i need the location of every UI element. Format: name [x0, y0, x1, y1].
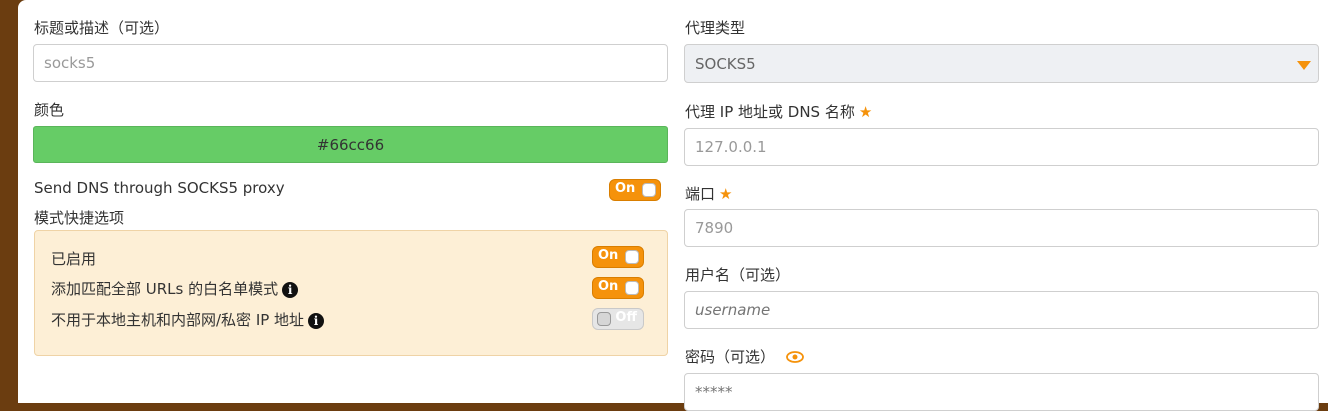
quick-options-label: 模式快捷选项	[34, 209, 125, 227]
local-bypass-label: 不用于本地主机和内部网/私密 IP 地址 i	[51, 311, 325, 329]
username-input[interactable]	[684, 291, 1319, 329]
toggle-knob	[625, 250, 639, 264]
star-icon: ★	[858, 103, 873, 121]
toggle-knob	[597, 312, 611, 326]
toggle-knob	[642, 183, 656, 197]
proxy-type-select[interactable]: SOCKS5	[684, 44, 1319, 83]
toggle-state: On	[598, 248, 619, 263]
send-dns-label: Send DNS through SOCKS5 proxy	[34, 179, 285, 197]
enabled-toggle[interactable]: On	[592, 246, 644, 268]
title-input[interactable]	[33, 44, 668, 82]
title-label: 标题或描述（可选）	[34, 19, 170, 37]
color-label: 颜色	[34, 101, 65, 119]
chevron-down-icon	[1297, 61, 1311, 70]
local-bypass-toggle[interactable]: Off	[592, 308, 644, 330]
proxy-address-label: 代理 IP 地址或 DNS 名称 ★	[685, 103, 872, 121]
username-label: 用户名（可选）	[685, 266, 791, 284]
proxy-address-label-text: 代理 IP 地址或 DNS 名称	[685, 103, 855, 121]
local-bypass-label-text: 不用于本地主机和内部网/私密 IP 地址	[51, 311, 305, 329]
send-dns-toggle[interactable]: On	[609, 179, 661, 201]
port-label: 端口 ★	[685, 185, 732, 203]
proxy-type-value: SOCKS5	[695, 54, 756, 73]
whitelist-label-text: 添加匹配全部 URLs 的白名单模式	[51, 280, 279, 298]
enabled-label: 已启用	[51, 250, 97, 268]
port-input[interactable]	[684, 209, 1319, 247]
whitelist-label: 添加匹配全部 URLs 的白名单模式 i	[51, 280, 299, 298]
toggle-state: On	[615, 181, 636, 196]
port-label-text: 端口	[685, 185, 716, 203]
password-input[interactable]	[684, 373, 1319, 411]
toggle-state: On	[598, 279, 619, 294]
proxy-type-label: 代理类型	[685, 19, 746, 37]
color-picker[interactable]: #66cc66	[33, 126, 668, 163]
password-label-text: 密码（可选）	[685, 348, 776, 366]
info-icon[interactable]: i	[282, 281, 299, 298]
eye-icon[interactable]	[785, 349, 804, 367]
whitelist-toggle[interactable]: On	[592, 277, 644, 299]
password-label: 密码（可选）	[685, 348, 804, 367]
star-icon: ★	[719, 185, 733, 203]
proxy-address-input[interactable]	[684, 128, 1319, 166]
toggle-knob	[625, 281, 639, 295]
info-icon[interactable]: i	[308, 312, 325, 329]
toggle-state: Off	[615, 310, 637, 325]
